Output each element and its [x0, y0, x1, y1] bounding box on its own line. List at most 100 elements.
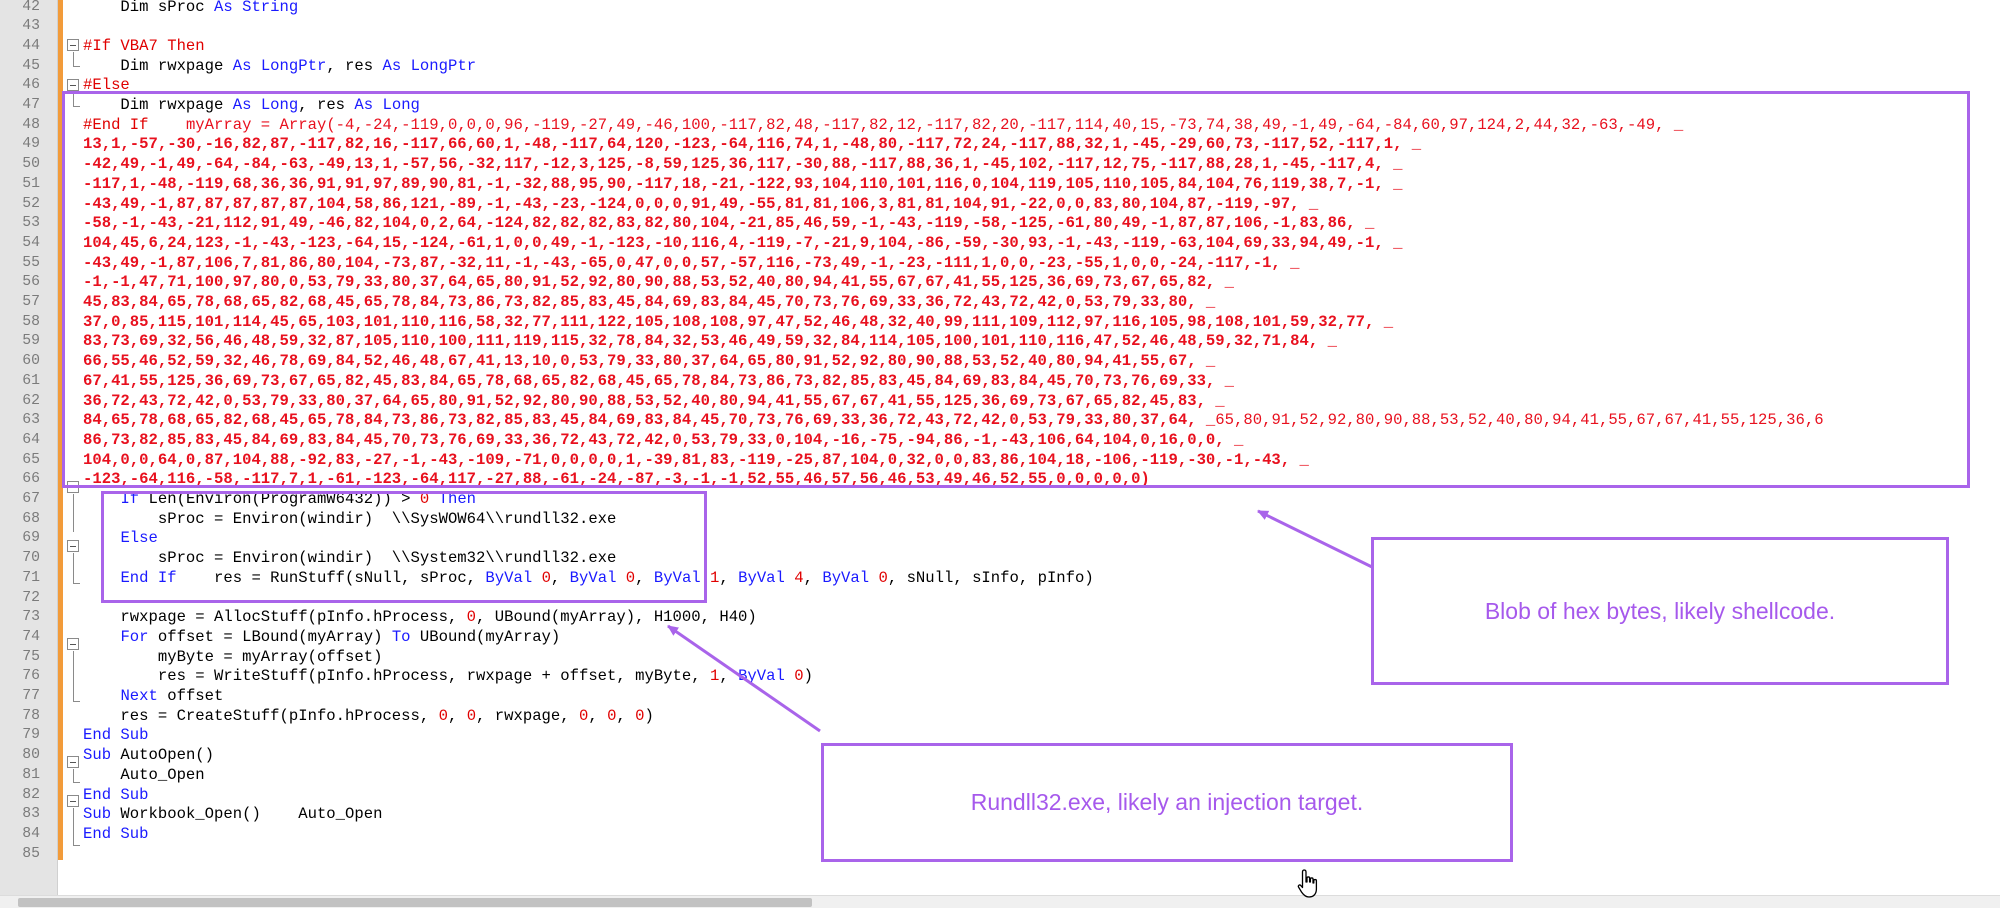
code-token: , rwxpage, [476, 706, 579, 725]
line-number: 59 [22, 333, 40, 350]
line-number: 58 [22, 313, 40, 330]
fold-collapse-icon[interactable] [67, 795, 79, 807]
rundll32-callout: Rundll32.exe, likely an injection target… [821, 743, 1513, 862]
code-token: , [719, 667, 739, 686]
code-token: , res [326, 56, 383, 75]
line-number: 65 [22, 451, 40, 468]
code-text: End Sub [83, 786, 149, 806]
fold-guide [73, 769, 74, 782]
line-number: 61 [22, 372, 40, 389]
code-line[interactable]: 45 Dim rwxpage As LongPtr, res As LongPt… [0, 57, 2000, 77]
line-number: 74 [22, 628, 40, 645]
line-number: 48 [22, 116, 40, 133]
code-token: , [803, 568, 823, 587]
code-line[interactable]: 44 #If VBA7 Then [0, 37, 2000, 57]
code-token: , [719, 568, 739, 587]
fold-collapse-icon[interactable] [67, 39, 79, 51]
code-token: ) [644, 706, 654, 725]
line-number: 43 [22, 18, 40, 35]
code-token: Next [120, 687, 158, 705]
line-number: 62 [22, 392, 40, 409]
code-token: , sNull, sInfo, pInfo) [887, 568, 1094, 587]
scrollbar-thumb[interactable] [18, 898, 812, 907]
line-number: 66 [22, 471, 40, 488]
code-token: offset [157, 687, 224, 705]
line-number: 78 [22, 707, 40, 724]
code-token: , [616, 706, 636, 725]
line-number: 76 [22, 668, 40, 685]
code-token: , [588, 706, 608, 725]
code-token: res = WriteStuff(pInfo.hProcess, rwxpage… [83, 667, 710, 686]
line-number: 56 [22, 274, 40, 291]
code-token: For [120, 627, 149, 646]
code-token: Dim sProc [83, 0, 215, 16]
code-token: As [232, 56, 252, 75]
line-number: 46 [22, 77, 40, 94]
code-line[interactable]: 78 res = CreateStuff(pInfo.hProcess, 0, … [0, 707, 2000, 727]
code-token: String [242, 0, 299, 16]
code-token: ByVal [738, 568, 785, 587]
line-number: 53 [22, 215, 40, 232]
code-token: res = CreateStuff(pInfo.hProcess, [83, 706, 439, 725]
line-number: 79 [22, 727, 40, 744]
code-token: UBound(myArray) [410, 627, 561, 646]
line-number: 57 [22, 294, 40, 310]
code-token: End Sub [83, 824, 149, 843]
code-line[interactable]: 42 Dim sProc As String [0, 0, 2000, 17]
fold-collapse-icon[interactable] [67, 79, 79, 91]
line-number: 80 [22, 747, 40, 764]
line-number: 45 [22, 57, 40, 74]
code-token: LongPtr [260, 56, 327, 75]
line-number: 75 [22, 648, 40, 665]
line-number: 71 [22, 569, 40, 586]
code-text: Auto_Open [83, 766, 204, 786]
line-number: 63 [22, 412, 40, 429]
line-number: 54 [22, 234, 40, 251]
code-token: 0 [878, 568, 888, 587]
fold-collapse-icon[interactable] [67, 638, 79, 650]
line-number: 67 [22, 491, 40, 507]
fold-collapse-icon[interactable] [67, 756, 79, 768]
line-number: 51 [22, 175, 40, 192]
code-token: End Sub [83, 785, 149, 804]
code-token: myByte = myArray(offset) [83, 647, 383, 666]
code-token: Workbook_Open() Auto_Open [111, 805, 383, 824]
shellcode-highlight-box [62, 91, 1970, 488]
code-token: End Sub [83, 726, 149, 745]
shellcode-callout-text: Blob of hex bytes, likely shellcode. [1484, 597, 1836, 624]
fold-guide [73, 808, 74, 845]
code-token: 1 [710, 568, 720, 587]
line-number: 44 [22, 37, 40, 54]
code-token: LongPtr [410, 56, 477, 75]
code-text: Sub AutoOpen() [83, 746, 214, 766]
code-text: res = CreateStuff(pInfo.hProcess, 0, 0, … [83, 706, 654, 727]
code-text: End Sub [83, 726, 149, 746]
shellcode-callout: Blob of hex bytes, likely shellcode. [1371, 537, 1949, 685]
fold-guide [73, 52, 74, 66]
code-token: , UBound(myArray), H1000, H40) [476, 608, 757, 627]
horizontal-scrollbar[interactable] [0, 895, 2000, 908]
line-number: 73 [22, 609, 40, 626]
code-token: 0 [466, 608, 477, 627]
code-token: , [447, 706, 467, 725]
code-token: 0 [635, 706, 645, 725]
code-token: ) [803, 667, 813, 686]
fold-guide-end [73, 782, 80, 783]
hand-cursor-icon [1297, 869, 1318, 898]
rundll32-highlight-box [101, 491, 707, 603]
code-token: 4 [794, 568, 804, 587]
code-token: 0 [578, 706, 589, 725]
code-text: #If VBA7 Then [83, 37, 205, 57]
line-number: 83 [22, 806, 40, 823]
code-line[interactable]: 77 Next offset [0, 687, 2000, 707]
code-token: 1 [709, 667, 720, 686]
code-line[interactable]: 43 [0, 17, 2000, 37]
fold-guide [73, 494, 74, 532]
code-token: offset = LBound(myArray) [148, 627, 392, 646]
fold-collapse-icon[interactable] [67, 540, 79, 552]
